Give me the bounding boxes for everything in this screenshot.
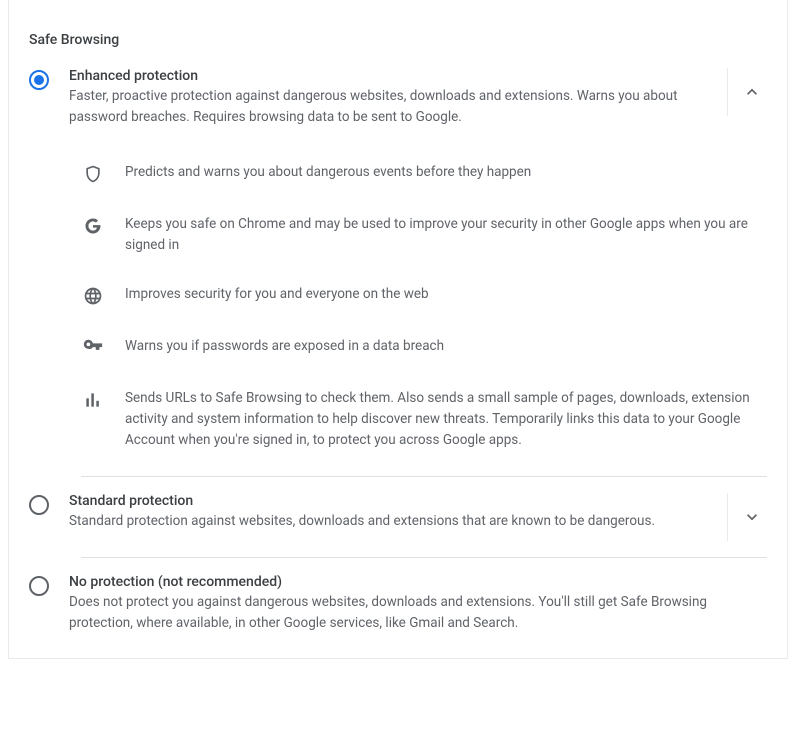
expand-toggle-standard[interactable]: [727, 493, 775, 541]
option-enhanced[interactable]: Enhanced protection Faster, proactive pr…: [9, 60, 787, 136]
chevron-up-icon: [742, 82, 762, 102]
shield-icon: [81, 162, 105, 186]
option-standard[interactable]: Standard protection Standard protection …: [9, 485, 787, 549]
option-title: Enhanced protection: [69, 68, 703, 84]
detail-text: Sends URLs to Safe Browsing to check the…: [105, 388, 755, 451]
detail-text: Improves security for you and everyone o…: [105, 284, 755, 305]
radio-enhanced[interactable]: [29, 70, 49, 90]
detail-item: Improves security for you and everyone o…: [81, 270, 767, 322]
option-body: Enhanced protection Faster, proactive pr…: [49, 68, 719, 128]
detail-item: Warns you if passwords are exposed in a …: [81, 322, 767, 374]
expand-toggle-enhanced[interactable]: [727, 68, 775, 116]
detail-item: Keeps you safe on Chrome and may be used…: [81, 200, 767, 270]
enhanced-details: Predicts and warns you about dangerous e…: [9, 136, 787, 469]
key-icon: [81, 336, 105, 360]
option-description: Does not protect you against dangerous w…: [69, 592, 759, 634]
divider: [81, 476, 767, 477]
option-none[interactable]: No protection (not recommended) Does not…: [9, 566, 787, 642]
detail-text: Keeps you safe on Chrome and may be used…: [105, 214, 755, 256]
bars-icon: [81, 388, 105, 412]
option-body: No protection (not recommended) Does not…: [49, 574, 775, 634]
globe-icon: [81, 284, 105, 308]
detail-text: Predicts and warns you about dangerous e…: [105, 162, 755, 183]
option-title: Standard protection: [69, 493, 703, 509]
radio-none[interactable]: [29, 576, 49, 596]
option-body: Standard protection Standard protection …: [49, 493, 719, 532]
option-description: Faster, proactive protection against dan…: [69, 86, 703, 128]
detail-item: Predicts and warns you about dangerous e…: [81, 148, 767, 200]
divider: [81, 557, 767, 558]
option-title: No protection (not recommended): [69, 574, 759, 590]
chevron-down-icon: [742, 507, 762, 527]
section-title: Safe Browsing: [9, 0, 787, 60]
radio-standard[interactable]: [29, 495, 49, 515]
option-description: Standard protection against websites, do…: [69, 511, 703, 532]
detail-item: Sends URLs to Safe Browsing to check the…: [81, 374, 767, 465]
detail-text: Warns you if passwords are exposed in a …: [105, 336, 755, 357]
google-icon: [81, 214, 105, 238]
safe-browsing-card: Safe Browsing Enhanced protection Faster…: [8, 0, 788, 659]
